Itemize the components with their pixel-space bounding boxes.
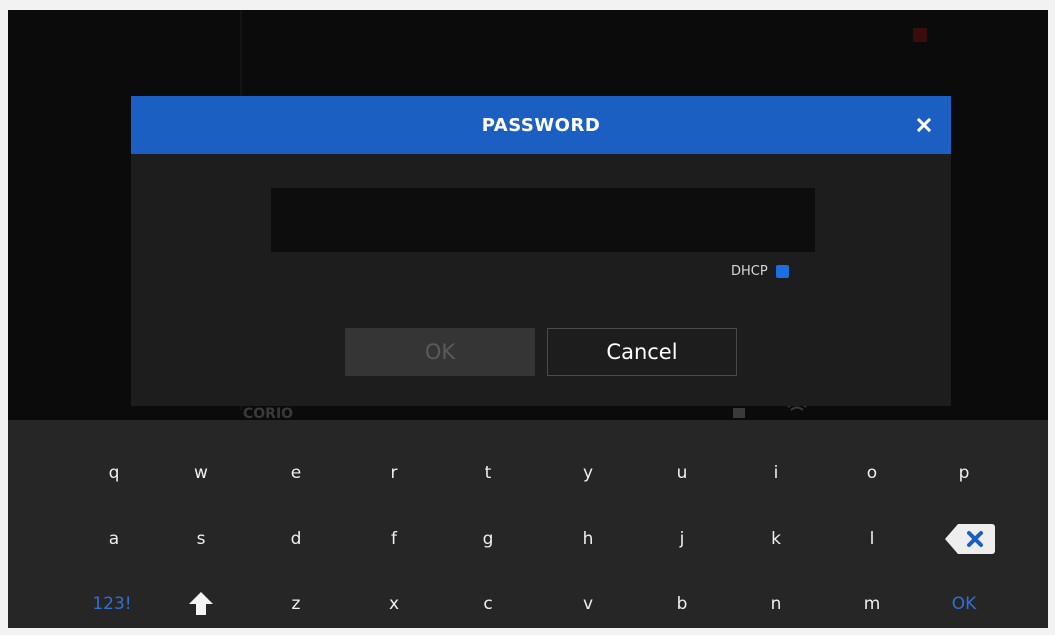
key-q[interactable]: q: [84, 453, 144, 493]
key-n[interactable]: n: [746, 584, 806, 624]
cancel-button[interactable]: Cancel: [547, 328, 737, 376]
key-v[interactable]: v: [558, 584, 618, 624]
key-z[interactable]: z: [266, 584, 326, 624]
shift-key[interactable]: [171, 584, 231, 624]
key-c[interactable]: c: [458, 584, 518, 624]
keyboard-ok-key[interactable]: OK: [934, 584, 994, 624]
key-x[interactable]: x: [364, 584, 424, 624]
key-j[interactable]: j: [652, 519, 712, 559]
key-e[interactable]: e: [266, 453, 326, 493]
key-w[interactable]: w: [171, 453, 231, 493]
backspace-icon: [945, 524, 995, 554]
background-square-icon: [733, 408, 745, 418]
key-k[interactable]: k: [746, 519, 806, 559]
dhcp-label: DHCP: [731, 264, 768, 279]
dhcp-option[interactable]: DHCP: [731, 264, 789, 279]
background-status-indicator: [913, 28, 927, 42]
key-g[interactable]: g: [458, 519, 518, 559]
dialog-title: PASSWORD: [481, 115, 601, 136]
key-u[interactable]: u: [652, 453, 712, 493]
ok-button[interactable]: OK: [345, 328, 535, 376]
key-p[interactable]: p: [934, 453, 994, 493]
key-f[interactable]: f: [364, 519, 424, 559]
key-i[interactable]: i: [746, 453, 806, 493]
onscreen-keyboard: q w e r t y u i o p a s d f g h j k l 12…: [8, 420, 1048, 628]
close-icon: [916, 117, 932, 133]
key-h[interactable]: h: [558, 519, 618, 559]
password-dialog: PASSWORD DHCP OK Cancel: [131, 96, 951, 406]
backspace-key[interactable]: [944, 522, 996, 556]
shift-arrow-icon: [189, 592, 213, 615]
key-r[interactable]: r: [364, 453, 424, 493]
close-button[interactable]: [909, 110, 939, 140]
key-l[interactable]: l: [842, 519, 902, 559]
key-b[interactable]: b: [652, 584, 712, 624]
dhcp-checkbox[interactable]: [775, 265, 789, 278]
key-a[interactable]: a: [84, 519, 144, 559]
key-t[interactable]: t: [458, 453, 518, 493]
key-d[interactable]: d: [266, 519, 326, 559]
device-screen: CORIO PASSWORD DHCP OK Cancel q w e r t …: [8, 10, 1048, 628]
password-input[interactable]: [271, 188, 815, 252]
key-s[interactable]: s: [171, 519, 231, 559]
mode-switch-key[interactable]: 123!: [82, 584, 142, 624]
key-y[interactable]: y: [558, 453, 618, 493]
key-o[interactable]: o: [842, 453, 902, 493]
key-m[interactable]: m: [842, 584, 902, 624]
dialog-header: PASSWORD: [131, 96, 951, 154]
